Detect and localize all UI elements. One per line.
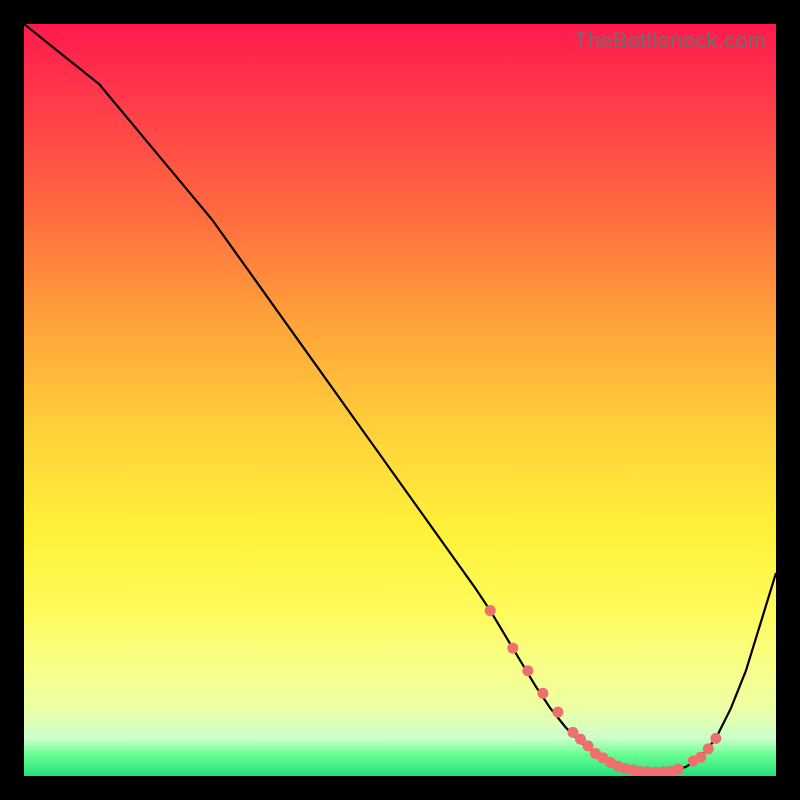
marker-group (485, 605, 722, 776)
marker-dot (522, 665, 533, 676)
plot-area: TheBottleneck.com (24, 24, 776, 776)
marker-dot (695, 752, 706, 763)
curve-svg (24, 24, 776, 776)
marker-dot (485, 605, 496, 616)
bottleneck-curve (24, 24, 776, 772)
marker-dot (703, 743, 714, 754)
marker-dot (507, 643, 518, 654)
chart-frame: TheBottleneck.com (0, 0, 800, 800)
marker-dot (673, 764, 684, 775)
marker-dot (710, 733, 721, 744)
marker-dot (552, 707, 563, 718)
marker-dot (537, 688, 548, 699)
